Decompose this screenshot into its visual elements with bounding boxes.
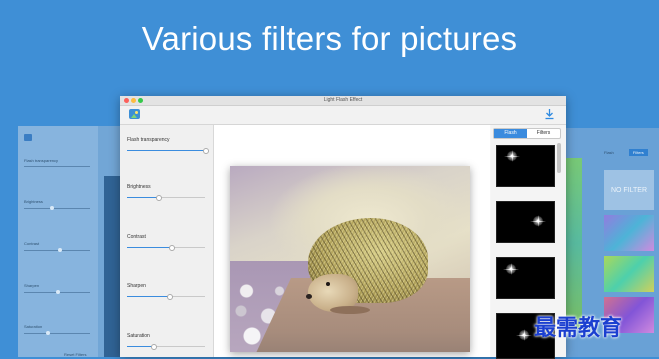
- slider-knob[interactable]: [151, 344, 157, 350]
- slider-knob[interactable]: [167, 294, 173, 300]
- flash-effect-thumb[interactable]: [496, 257, 555, 299]
- bg-label-contrast: Contrast: [24, 241, 40, 246]
- photo-hedgehog-eye: [326, 282, 330, 286]
- bg-tabs: Flash Filters: [604, 149, 648, 156]
- bg-label-flash: Flash transparency: [24, 158, 59, 163]
- image-canvas: [214, 125, 490, 357]
- bg-slider-knob: [56, 290, 60, 294]
- slider-fill: [127, 247, 171, 248]
- slider-knob[interactable]: [169, 245, 175, 251]
- bg-no-filter-thumb: NO FILTER: [604, 170, 654, 210]
- bg-slider: [24, 166, 90, 167]
- bg-slider-knob: [46, 331, 50, 335]
- panel-scrollbar[interactable]: [557, 143, 561, 173]
- bg-label-sharpen: Sharpen: [24, 283, 40, 288]
- title-bar: Light Flash Effect: [120, 96, 566, 106]
- bg-slider-knob: [50, 206, 54, 210]
- photo-hedgehog-feet: [330, 306, 370, 314]
- slider-fill: [127, 150, 205, 151]
- bg-tab-flash: Flash: [604, 150, 614, 155]
- bg-label-brightness: Brightness: [24, 199, 43, 204]
- window-title: Light Flash Effect: [323, 97, 363, 103]
- bg-slider-knob: [58, 248, 62, 252]
- param-flash-transparency: Flash transparency: [127, 137, 209, 154]
- slider-knob[interactable]: [203, 148, 209, 154]
- panel-tabs: Flash Filters: [493, 128, 561, 139]
- param-label: Brightness: [127, 184, 151, 190]
- slider-fill: [127, 296, 169, 297]
- flash-effect-thumb[interactable]: [496, 145, 555, 187]
- watermark: 最需教育: [534, 316, 623, 341]
- slider-knob[interactable]: [156, 195, 162, 201]
- bg-slider: [24, 333, 90, 334]
- param-label: Saturation: [127, 333, 150, 339]
- background-app-icon: [24, 134, 32, 141]
- flash-effect-thumb[interactable]: [496, 201, 555, 243]
- param-brightness: Brightness: [127, 184, 207, 201]
- param-sharpen: Sharpen: [127, 283, 207, 300]
- photo-hedgehog-nose: [306, 294, 312, 299]
- toolbar: [120, 106, 566, 125]
- param-label: Sharpen: [127, 283, 146, 289]
- headline: Various filters for pictures: [141, 20, 518, 57]
- main-window: Light Flash Effect Flash transparency Br…: [120, 96, 566, 359]
- bg-filter-thumb: [604, 215, 654, 251]
- bg-slider: [24, 208, 90, 209]
- param-saturation: Saturation: [127, 333, 207, 350]
- param-contrast: Contrast: [127, 234, 207, 251]
- app-icon[interactable]: [129, 109, 140, 119]
- param-label: Flash transparency: [127, 137, 170, 143]
- bg-reset-button: Reset Filters: [64, 352, 87, 357]
- param-label: Contrast: [127, 234, 146, 240]
- tab-filters[interactable]: Filters: [527, 129, 560, 138]
- bg-filter-thumb: [604, 256, 654, 292]
- adjustments-sidebar: Flash transparency Brightness Contrast S…: [120, 125, 214, 357]
- bg-label-saturation: Saturation: [24, 324, 43, 329]
- slider-fill: [127, 197, 158, 198]
- slider-fill: [127, 346, 153, 347]
- bg-tab-filters: Filters: [628, 149, 648, 156]
- hedgehog-photo: [230, 166, 470, 352]
- tab-flash[interactable]: Flash: [494, 129, 527, 138]
- bg-slider: [24, 250, 90, 251]
- download-icon[interactable]: [542, 108, 556, 122]
